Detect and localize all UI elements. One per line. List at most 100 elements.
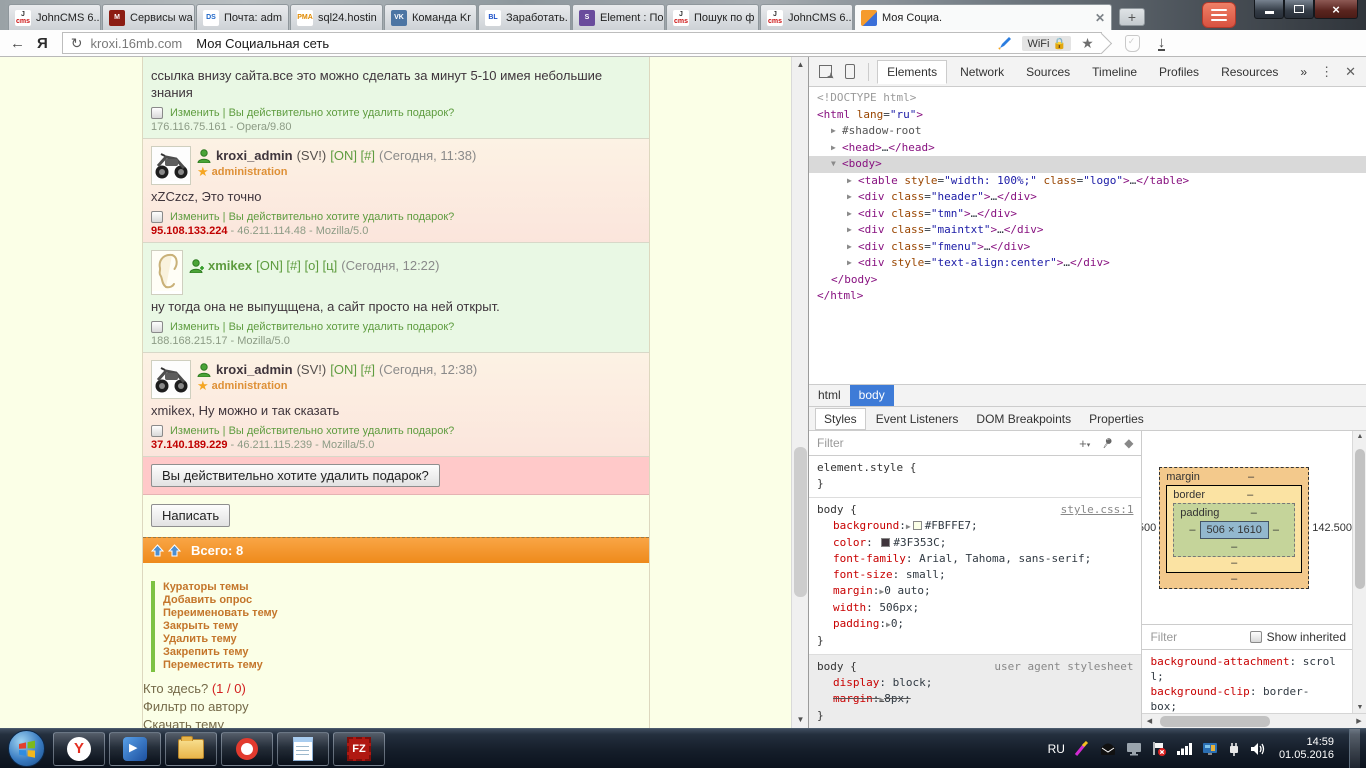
css-rule-body-user-agent[interactable]: body {user agent stylesheet display: blo… [809, 655, 1141, 728]
collapse-icon[interactable]: ▼ [831, 156, 842, 173]
taskbar-explorer[interactable] [165, 732, 217, 766]
volume-icon[interactable] [1250, 742, 1266, 756]
select-post-checkbox[interactable] [151, 107, 163, 119]
taskbar-media-player[interactable] [109, 732, 161, 766]
user-links[interactable]: [ON] [#] [330, 148, 375, 163]
back-icon[interactable]: ← [10, 35, 25, 52]
post-actions-link[interactable]: Изменить | Вы действительно хотите удали… [170, 425, 454, 437]
devtools-tab-elements[interactable]: Elements [877, 60, 947, 84]
expand-icon[interactable]: ▶ [847, 189, 858, 206]
select-post-checkbox[interactable] [151, 425, 163, 437]
arrow-up-icon[interactable] [168, 544, 181, 557]
breadcrumb-html[interactable]: html [809, 385, 850, 406]
devtools-close-icon[interactable]: ✕ [1345, 64, 1356, 80]
expand-icon[interactable]: ▶ [831, 123, 842, 140]
menu-close-topic[interactable]: Закрыть тему [163, 620, 649, 633]
menu-curators[interactable]: Кураторы темы [163, 581, 649, 594]
mail-agent-icon[interactable] [1099, 742, 1117, 756]
expand-icon[interactable]: ▶ [831, 140, 842, 157]
tab-earn[interactable]: BL Заработать. [478, 4, 571, 30]
download-topic-link[interactable]: Скачать тему [143, 716, 224, 728]
select-post-checkbox[interactable] [151, 211, 163, 223]
minimize-button[interactable] [1254, 0, 1284, 19]
who-here-link[interactable]: Кто здесь? [143, 680, 208, 698]
omnibox[interactable]: ↻ kroxi.16mb.com Моя Социальная сеть WiF… [62, 32, 1102, 54]
tab-sql24[interactable]: PMA sql24.hostin [290, 4, 383, 30]
avatar-face-outline[interactable] [151, 250, 183, 295]
dom-node-html-close[interactable]: </html> [809, 288, 1366, 305]
language-indicator[interactable]: RU [1048, 742, 1065, 756]
expand-icon[interactable]: ▶ [847, 239, 858, 256]
styles-filter-input[interactable]: Filter [817, 436, 844, 450]
post-actions-link[interactable]: Изменить | Вы действительно хотите удали… [170, 321, 454, 333]
network-signal-icon[interactable] [1176, 742, 1193, 755]
screen-resolution-icon[interactable] [1202, 742, 1218, 756]
scrollbar-thumb[interactable] [1160, 716, 1270, 727]
scrollbar-thumb[interactable] [794, 447, 807, 597]
start-button[interactable] [8, 730, 45, 767]
expand-icon[interactable]: ▶ [847, 173, 858, 190]
breadcrumb-body[interactable]: body [850, 385, 894, 406]
user-links[interactable]: [ON] [#] [о] [ц] [256, 258, 337, 273]
post-actions-link[interactable]: Изменить | Вы действительно хотите удали… [170, 211, 454, 223]
tab-dom-breakpoints[interactable]: DOM Breakpoints [968, 409, 1079, 429]
scroll-down-icon[interactable]: ▼ [1353, 704, 1366, 711]
show-inherited-checkbox[interactable] [1250, 631, 1262, 643]
wifi-badge[interactable]: WiFi 🔒 [1022, 36, 1071, 51]
page-scrollbar[interactable]: ▲ ▼ [791, 57, 808, 728]
dom-node-doctype[interactable]: <!DOCTYPE html> [809, 90, 1366, 107]
write-button[interactable]: Написать [151, 504, 230, 527]
menu-move-topic[interactable]: Переместить тему [163, 659, 649, 672]
devtools-tab-network[interactable]: Network [951, 60, 1013, 84]
punto-pen-icon[interactable] [1074, 741, 1090, 757]
tab-properties[interactable]: Properties [1081, 409, 1152, 429]
devtools-tab-timeline[interactable]: Timeline [1083, 60, 1146, 84]
scroll-up-icon[interactable]: ▲ [792, 57, 809, 73]
dom-node-body-close[interactable]: </body> [809, 272, 1366, 289]
dom-node-table-logo[interactable]: ▶<table style="width: 100%;" class="logo… [809, 173, 1366, 190]
expand-icon[interactable]: ▶ [847, 206, 858, 223]
close-button[interactable]: × [1314, 0, 1358, 19]
maximize-button[interactable] [1284, 0, 1314, 19]
taskbar-yandex-browser[interactable]: Y [53, 732, 105, 766]
menu-rename-topic[interactable]: Переименовать тему [163, 607, 649, 620]
reload-icon[interactable]: ↻ [71, 35, 83, 52]
computed-filter-input[interactable]: Filter [1150, 630, 1177, 644]
username[interactable]: xmikex [208, 258, 252, 273]
tab-services[interactable]: M Сервисы wa [102, 4, 195, 30]
taskbar-opera[interactable] [221, 732, 273, 766]
downloads-icon[interactable]: ↓ [1158, 36, 1166, 51]
devtools-menu-icon[interactable]: ⋮ [1320, 64, 1333, 80]
taskbar-notepad[interactable] [277, 732, 329, 766]
vertical-scrollbar[interactable]: ▲ ▼ [1352, 431, 1366, 713]
toggle-element-state-icon[interactable]: ◆ [1124, 436, 1133, 450]
tab-event-listeners[interactable]: Event Listeners [868, 409, 967, 429]
tab-mail[interactable]: DS Почта: adm [196, 4, 289, 30]
css-rule-body-stylecss[interactable]: body {style.css:1 background:▶#FBFFE7; c… [809, 498, 1141, 655]
display-icon[interactable] [1126, 742, 1142, 756]
expand-icon[interactable]: ▶ [847, 255, 858, 272]
new-style-rule-icon[interactable]: + [1079, 436, 1090, 451]
yandex-logo[interactable]: Я [37, 35, 48, 52]
devtools-tab-overflow[interactable]: » [1291, 60, 1316, 84]
dom-node-shadow-root[interactable]: ▶#shadow-root [809, 123, 1366, 140]
tab-styles[interactable]: Styles [815, 408, 866, 430]
filter-author-link[interactable]: Фильтр по автору [143, 698, 249, 716]
scroll-down-icon[interactable]: ▼ [792, 712, 809, 728]
devtools-tab-sources[interactable]: Sources [1017, 60, 1079, 84]
tab-vk-team[interactable]: VK Команда Kr [384, 4, 477, 30]
tab-johncms-2[interactable]: Jcms JohnCMS 6.. [760, 4, 853, 30]
protect-shield-icon[interactable] [1125, 35, 1140, 52]
dom-node-body-selected[interactable]: ▼<body> [809, 156, 1366, 173]
dom-node-div-fmenu[interactable]: ▶<div class="fmenu">…</div> [809, 239, 1366, 256]
tab-search-forum[interactable]: Jcms Пошук по ф [666, 4, 759, 30]
dom-node-div-center[interactable]: ▶<div style="text-align:center">…</div> [809, 255, 1366, 272]
taskbar-filezilla[interactable]: FZ [333, 732, 385, 766]
css-rule-element-style[interactable]: element.style { } [809, 456, 1141, 498]
menu-pin-topic[interactable]: Закрепить тему [163, 646, 649, 659]
scroll-up-icon[interactable]: ▲ [1353, 433, 1366, 440]
scroll-left-icon[interactable]: ◀ [1142, 714, 1156, 729]
post-actions-link[interactable]: Изменить | Вы действительно хотите удали… [170, 107, 454, 119]
dom-node-div-tmn[interactable]: ▶<div class="tmn">…</div> [809, 206, 1366, 223]
menu-delete-topic[interactable]: Удалить тему [163, 633, 649, 646]
